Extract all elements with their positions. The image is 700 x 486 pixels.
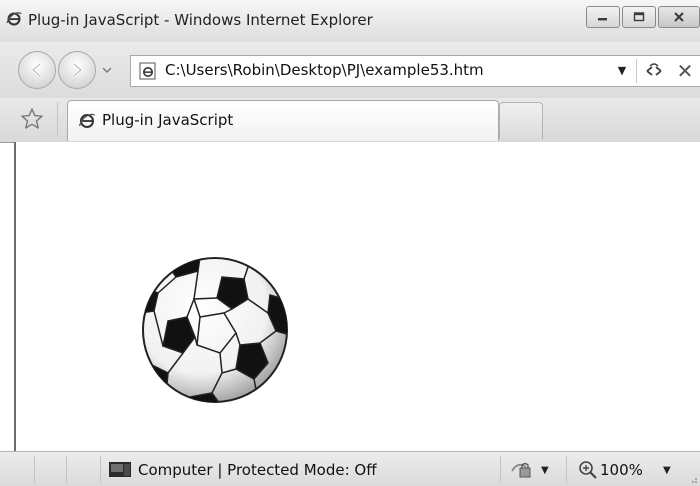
address-bar[interactable]: C:\Users\Robin\Desktop\PJ\example53.htm …	[130, 55, 700, 87]
minimize-button[interactable]	[586, 6, 620, 28]
forward-arrow-icon	[72, 62, 83, 78]
security-zone-text[interactable]: Computer | Protected Mode: Off	[138, 461, 377, 479]
status-divider	[66, 456, 67, 483]
zoom-dropdown-icon[interactable]: ▼	[663, 465, 671, 476]
zoom-level[interactable]: 100%	[600, 461, 643, 479]
url-text[interactable]: C:\Users\Robin\Desktop\PJ\example53.htm	[165, 61, 484, 79]
window-title: Plug-in JavaScript - Windows Internet Ex…	[28, 11, 373, 29]
security-dropdown-icon[interactable]: ▼	[541, 465, 549, 476]
minimize-icon	[587, 7, 619, 27]
star-icon[interactable]	[20, 107, 44, 131]
address-separator	[636, 59, 637, 83]
status-divider	[500, 456, 501, 483]
maximize-icon	[623, 7, 655, 27]
status-bar: Computer | Protected Mode: Off ▼ 100% ▼	[0, 451, 700, 486]
status-divider	[34, 456, 35, 483]
resize-grip-icon[interactable]	[688, 474, 698, 484]
zoom-magnifier-icon	[579, 461, 597, 479]
tab-label: Plug-in JavaScript	[102, 111, 234, 129]
forward-button[interactable]	[58, 51, 96, 89]
title-bar[interactable]: Plug-in JavaScript - Windows Internet Ex…	[0, 0, 700, 43]
soccer-ball-icon	[142, 257, 288, 403]
page-icon	[139, 62, 156, 80]
recent-pages-dropdown[interactable]	[101, 64, 113, 76]
internet-explorer-icon	[6, 12, 22, 26]
favorites-separator	[57, 102, 58, 136]
tab-plug-in-javascript[interactable]: Plug-in JavaScript	[67, 100, 499, 141]
refresh-icon[interactable]	[641, 59, 667, 83]
security-lock-icon[interactable]	[508, 459, 534, 479]
stop-icon[interactable]: ✕	[672, 58, 698, 84]
close-button[interactable]	[658, 6, 700, 28]
maximize-button[interactable]	[622, 6, 656, 28]
new-tab-button[interactable]	[499, 102, 543, 139]
computer-icon	[109, 462, 131, 477]
browser-window: Plug-in JavaScript - Windows Internet Ex…	[0, 0, 700, 486]
address-dropdown-icon[interactable]: ▼	[611, 60, 633, 82]
back-arrow-icon	[31, 62, 42, 78]
close-icon	[659, 7, 699, 27]
window-controls	[584, 6, 700, 28]
page-content	[14, 142, 700, 451]
navigation-bar: C:\Users\Robin\Desktop\PJ\example53.htm …	[0, 42, 700, 98]
back-button[interactable]	[18, 51, 56, 89]
status-divider	[566, 456, 567, 483]
status-divider	[100, 456, 101, 483]
internet-explorer-icon	[78, 113, 96, 128]
tab-bar: Plug-in JavaScript	[0, 98, 700, 143]
